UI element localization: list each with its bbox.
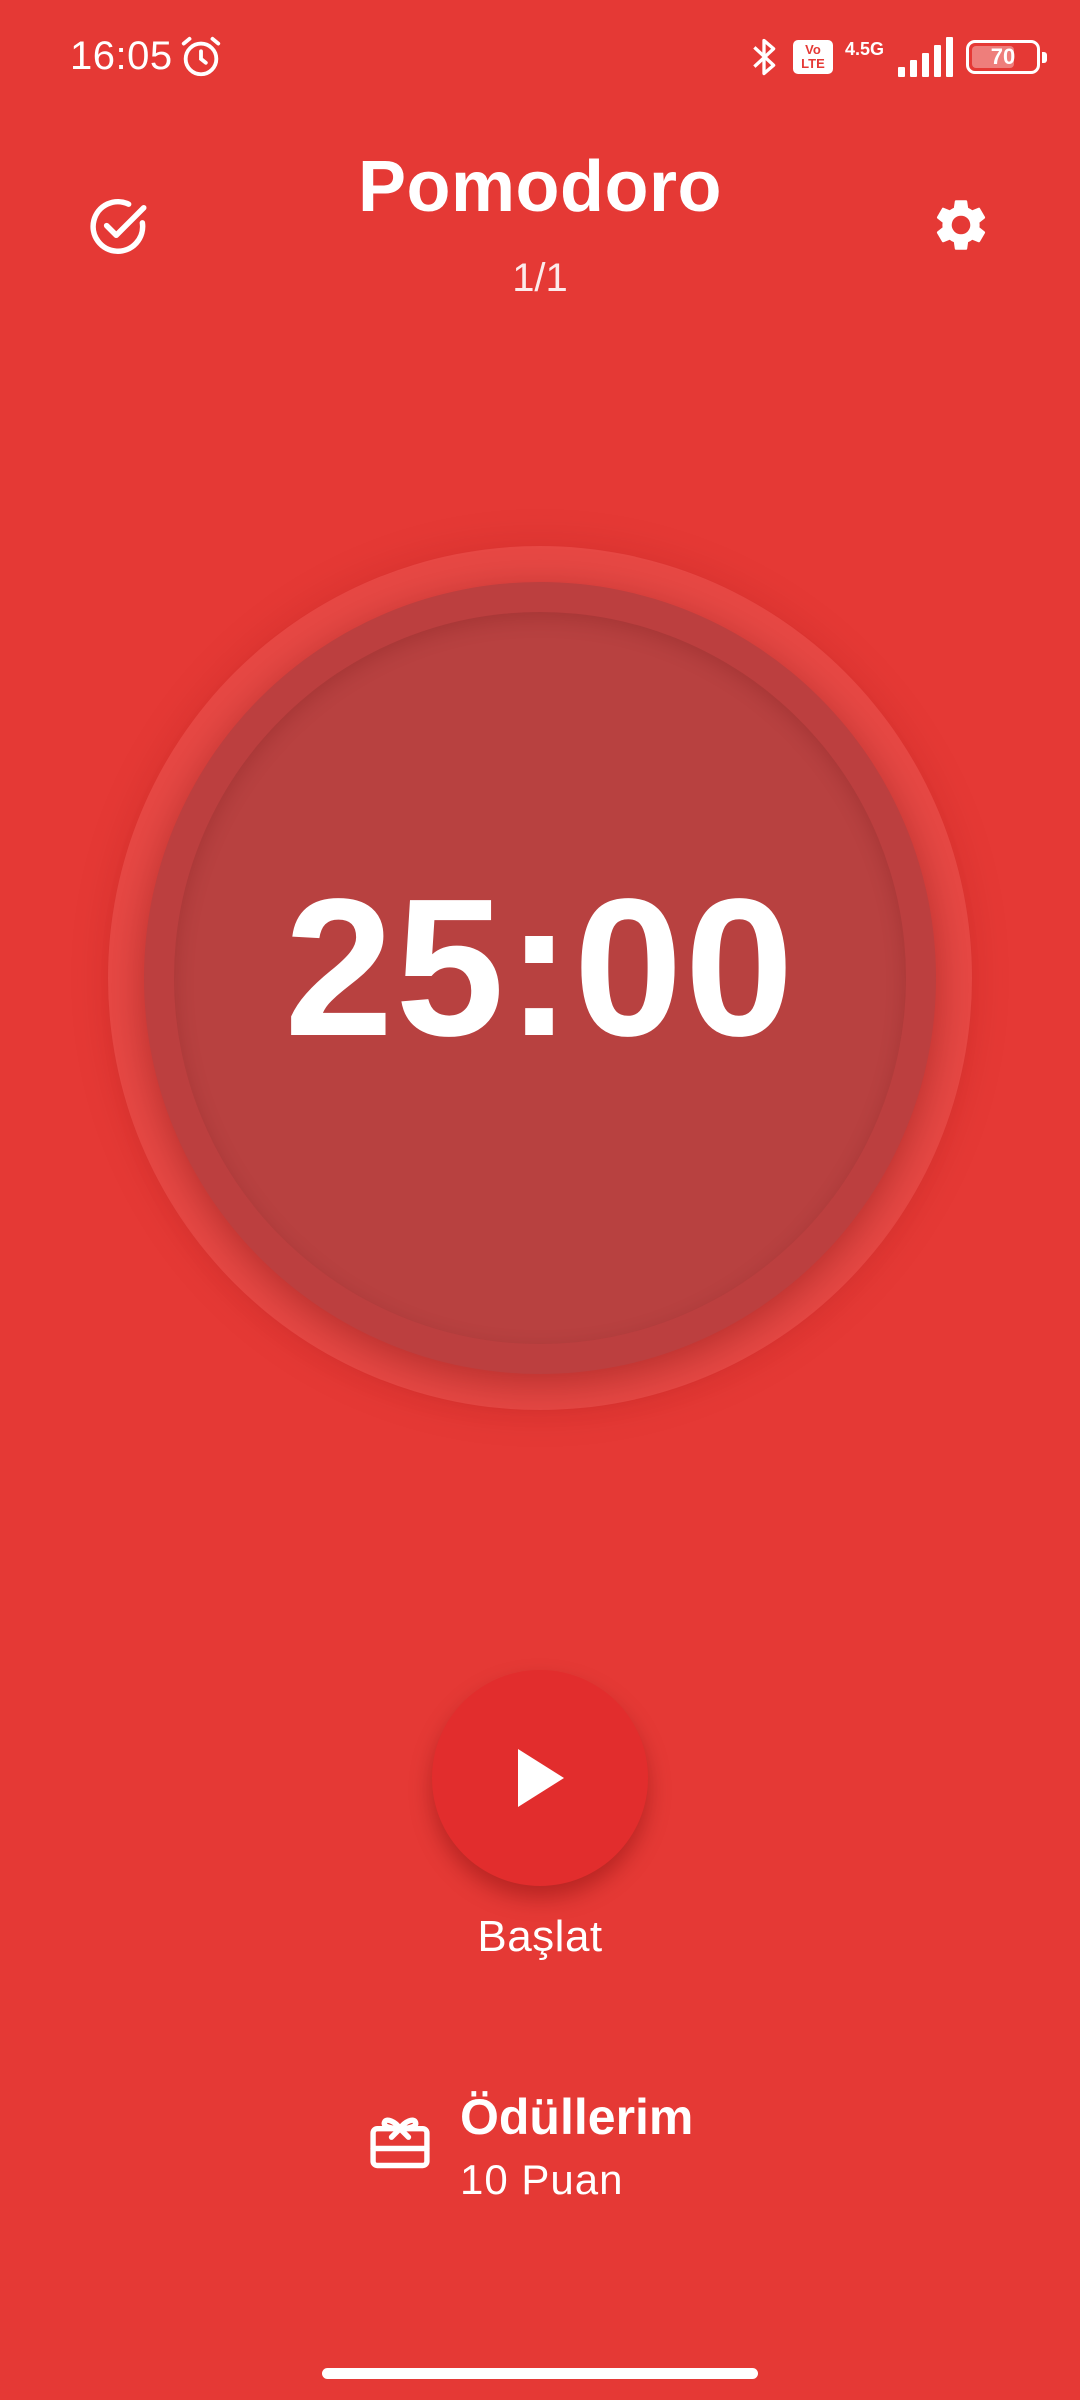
settings-button[interactable] <box>926 190 996 260</box>
volte-badge: Vo LTE <box>792 40 833 74</box>
start-button[interactable] <box>432 1670 648 1886</box>
status-time: 16:05 <box>70 34 173 78</box>
gift-icon <box>370 2117 430 2169</box>
timer-display: 25:00 <box>284 858 796 1077</box>
session-counter: 1/1 <box>512 256 568 300</box>
bluetooth-icon <box>753 38 776 76</box>
start-label[interactable]: Başlat <box>0 1912 1080 1962</box>
rewards-link[interactable]: Ödüllerim 10 Puan <box>360 2080 760 2220</box>
play-icon <box>518 1749 564 1807</box>
rewards-title: Ödüllerim <box>460 2089 694 2145</box>
rewards-points: 10 Puan <box>460 2156 624 2203</box>
home-indicator[interactable] <box>322 2368 758 2379</box>
status-icons: Vo LTE 4.5G 70 <box>747 34 1047 80</box>
battery-level: 70 <box>990 44 1016 69</box>
page-title: Pomodoro <box>358 147 722 227</box>
battery-icon: 70 <box>966 40 1047 74</box>
alarm-icon <box>181 36 221 77</box>
pomodoro-screen: 16:05 Vo LTE 4.5G 70 Pomodoro 1/1 25:00 … <box>0 0 1080 2400</box>
network-type: 4.5G <box>844 38 884 59</box>
gear-icon <box>936 200 986 250</box>
signal-icon <box>898 37 953 77</box>
status-bar: 16:05 Vo LTE 4.5G 70 <box>0 0 1080 110</box>
